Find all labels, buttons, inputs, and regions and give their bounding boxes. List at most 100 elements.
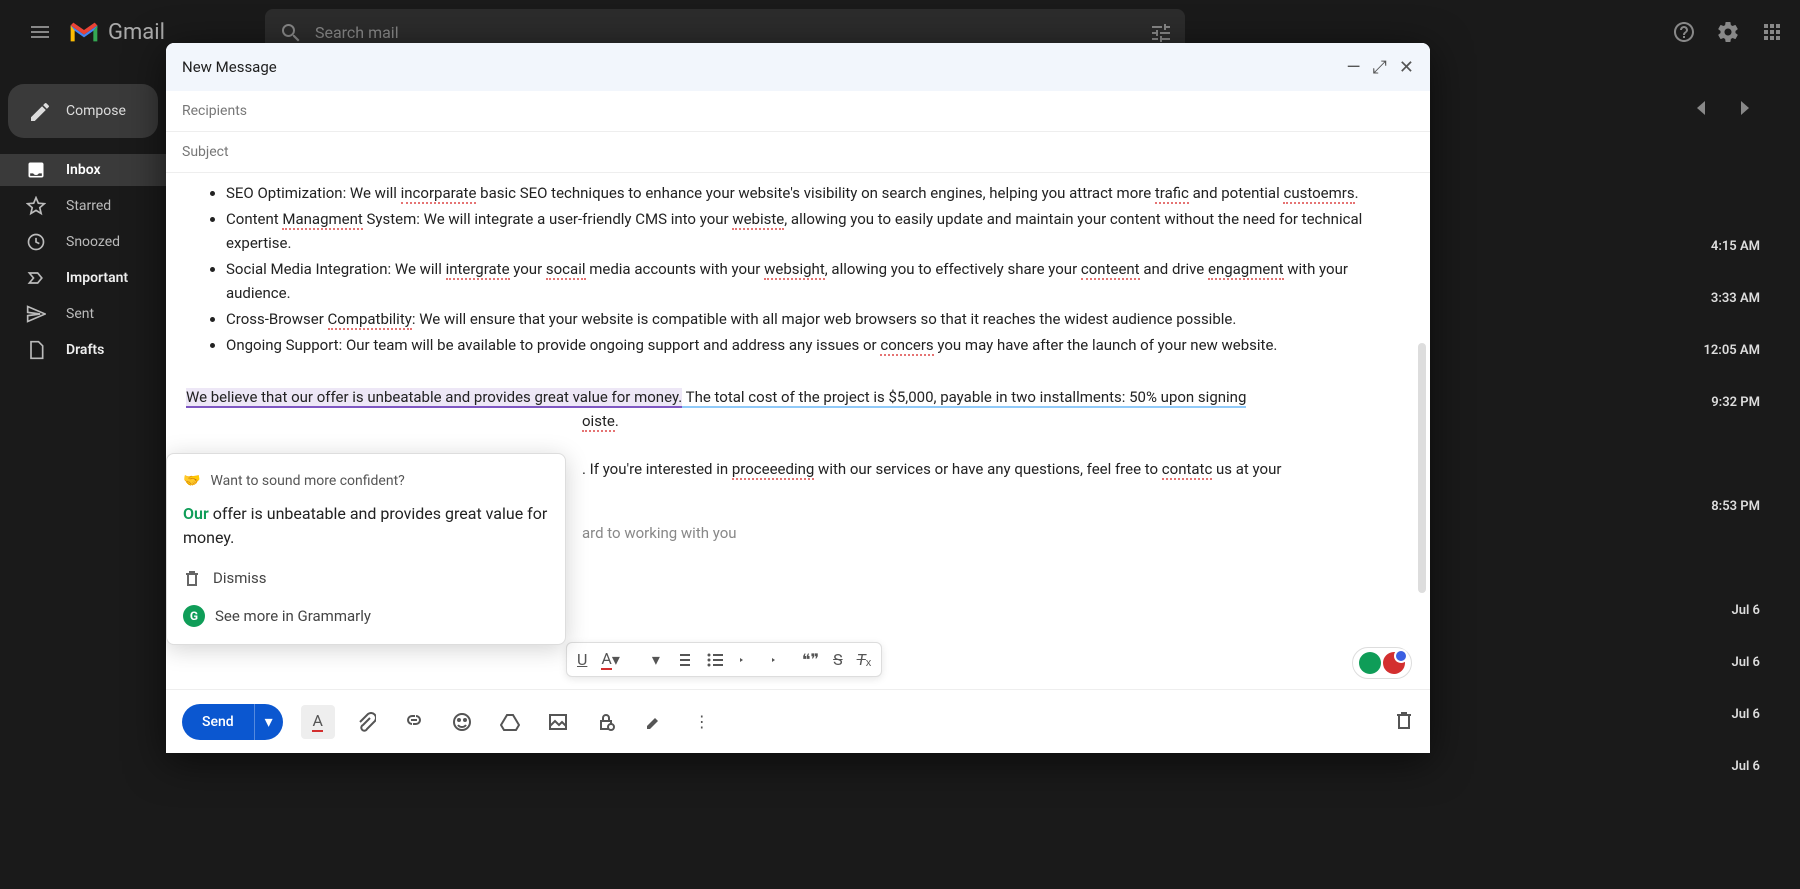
bullet-item: SEO Optimization: We will incorparate ba… [226,181,1410,205]
grammarly-see-more-button[interactable]: G See more in Grammarly [183,604,549,628]
sidebar-item-label: Starred [66,198,111,214]
subject-field[interactable]: Subject [166,132,1430,173]
bullet-item: Social Media Integration: We will interg… [226,257,1410,305]
grammarly-logo-icon: G [183,605,205,627]
bullet-item: Content Managment System: We will integr… [226,207,1410,255]
body-fragment: ard to working with you [582,521,1410,545]
emoji-icon [452,712,472,732]
body-fragment: oiste. [582,409,1410,433]
compose-button[interactable]: Compose [8,84,158,138]
scrollbar[interactable] [1418,343,1426,593]
grammarly-prompt: 🤝 Want to sound more confident? [183,470,549,492]
draft-icon [26,340,46,360]
send-icon [26,304,46,324]
dialog-title: New Message [182,58,277,76]
lock-clock-icon [596,712,616,732]
compose-dialog: New Message ― ⤢ ✕ Recipients Subject SEO… [166,43,1430,753]
sidebar-item-label: Snoozed [66,234,120,250]
sidebar-item-label: Inbox [66,162,101,178]
paperclip-icon [356,712,376,732]
grammarly-popup: 🤝 Want to sound more confident? Our offe… [166,453,566,645]
strikethrough-button[interactable]: S [833,650,843,669]
link-button[interactable] [397,705,431,739]
close-button[interactable]: ✕ [1399,57,1414,78]
compose-tool-icons: A ⋮ [301,705,719,739]
dialog-titlebar: New Message ― ⤢ ✕ [166,43,1430,91]
search-input[interactable] [315,23,1149,42]
compose-action-bar: Send ▾ A ⋮ [166,689,1430,753]
grammarly-dismiss-button[interactable]: Dismiss [183,566,549,590]
pen-icon [644,712,664,732]
numbered-list-button[interactable] [674,651,692,669]
inbox-icon [26,160,46,180]
align-button[interactable]: ▾ [634,650,660,669]
recipients-field[interactable]: Recipients [166,91,1430,132]
message-time: 3:33 AM [1703,272,1760,324]
confidential-button[interactable] [589,705,623,739]
bullet-item: Cross-Browser Compatbility: We will ensu… [226,307,1410,331]
sidebar-item-label: Sent [66,306,94,322]
compose-label: Compose [66,103,126,119]
grammarly-suggestion[interactable]: Our offer is unbeatable and provides gre… [183,502,549,550]
indent-less-button[interactable] [738,651,756,669]
image-icon [548,712,568,732]
fullscreen-button[interactable]: ⤢ [1373,57,1387,78]
trash-icon [183,569,201,587]
gmail-logo-text: Gmail [108,20,165,45]
message-time: Jul 6 [1703,636,1760,688]
sidebar-item-label: Drafts [66,342,104,358]
next-icon[interactable] [1734,96,1754,116]
message-time [1703,428,1760,480]
important-icon [26,268,46,288]
drive-icon [500,712,520,732]
grammarly-error-icon [1383,652,1405,674]
grammarly-status-icon [1359,652,1381,674]
trash-icon [1394,710,1414,730]
gmail-logo[interactable]: Gmail [68,20,165,45]
grammarly-badge-group[interactable] [1352,647,1412,679]
message-time: 9:32 PM [1703,376,1760,428]
quote-button[interactable]: ❝❞ [802,650,819,669]
indent-more-button[interactable] [770,651,788,669]
text-color-button[interactable]: A ▾ [601,649,619,670]
prev-icon[interactable] [1690,96,1710,116]
bullet-list-button[interactable] [706,651,724,669]
star-icon [26,196,46,216]
remove-format-button[interactable]: Tₓ [857,650,872,670]
hamburger-icon [28,20,52,44]
bullet-item: Ongoing Support: Our team will be availa… [226,333,1410,357]
settings-icon[interactable] [1716,20,1740,44]
message-time [1703,532,1760,584]
link-icon [404,712,424,732]
sidebar-item-label: Important [66,270,128,286]
discard-button[interactable] [1394,710,1414,734]
minimize-button[interactable]: ― [1346,57,1360,78]
help-icon[interactable] [1672,20,1696,44]
message-time: Jul 6 [1703,688,1760,740]
tune-icon[interactable] [1149,21,1171,43]
send-button[interactable]: Send [182,714,254,730]
search-icon [279,21,301,43]
drive-button[interactable] [493,705,527,739]
apps-icon[interactable] [1760,20,1784,44]
message-time: Jul 6 [1703,740,1760,792]
compose-body[interactable]: SEO Optimization: We will incorparate ba… [166,173,1430,689]
hamburger-menu-button[interactable] [16,8,64,56]
gmail-icon [68,20,100,44]
pencil-icon [28,100,50,122]
message-time-column: 4:15 AM 3:33 AM 12:05 AM 9:32 PM 8:53 PM… [1703,220,1760,792]
more-button[interactable]: ⋮ [685,705,719,739]
emoji-button[interactable] [445,705,479,739]
body-paragraph: . If you're interested in proceeeding wi… [582,457,1410,481]
message-time: 8:53 PM [1703,480,1760,532]
underline-button[interactable]: U [577,650,587,669]
format-button[interactable]: A [301,705,335,739]
pagination-arrows [1690,96,1754,116]
image-button[interactable] [541,705,575,739]
send-button-group: Send ▾ [182,704,283,740]
attach-button[interactable] [349,705,383,739]
send-options-button[interactable]: ▾ [254,704,283,740]
formatting-toolbar: U A ▾ ▾ ❝❞ S Tₓ [566,642,882,677]
signature-button[interactable] [637,705,671,739]
clock-icon [26,232,46,252]
